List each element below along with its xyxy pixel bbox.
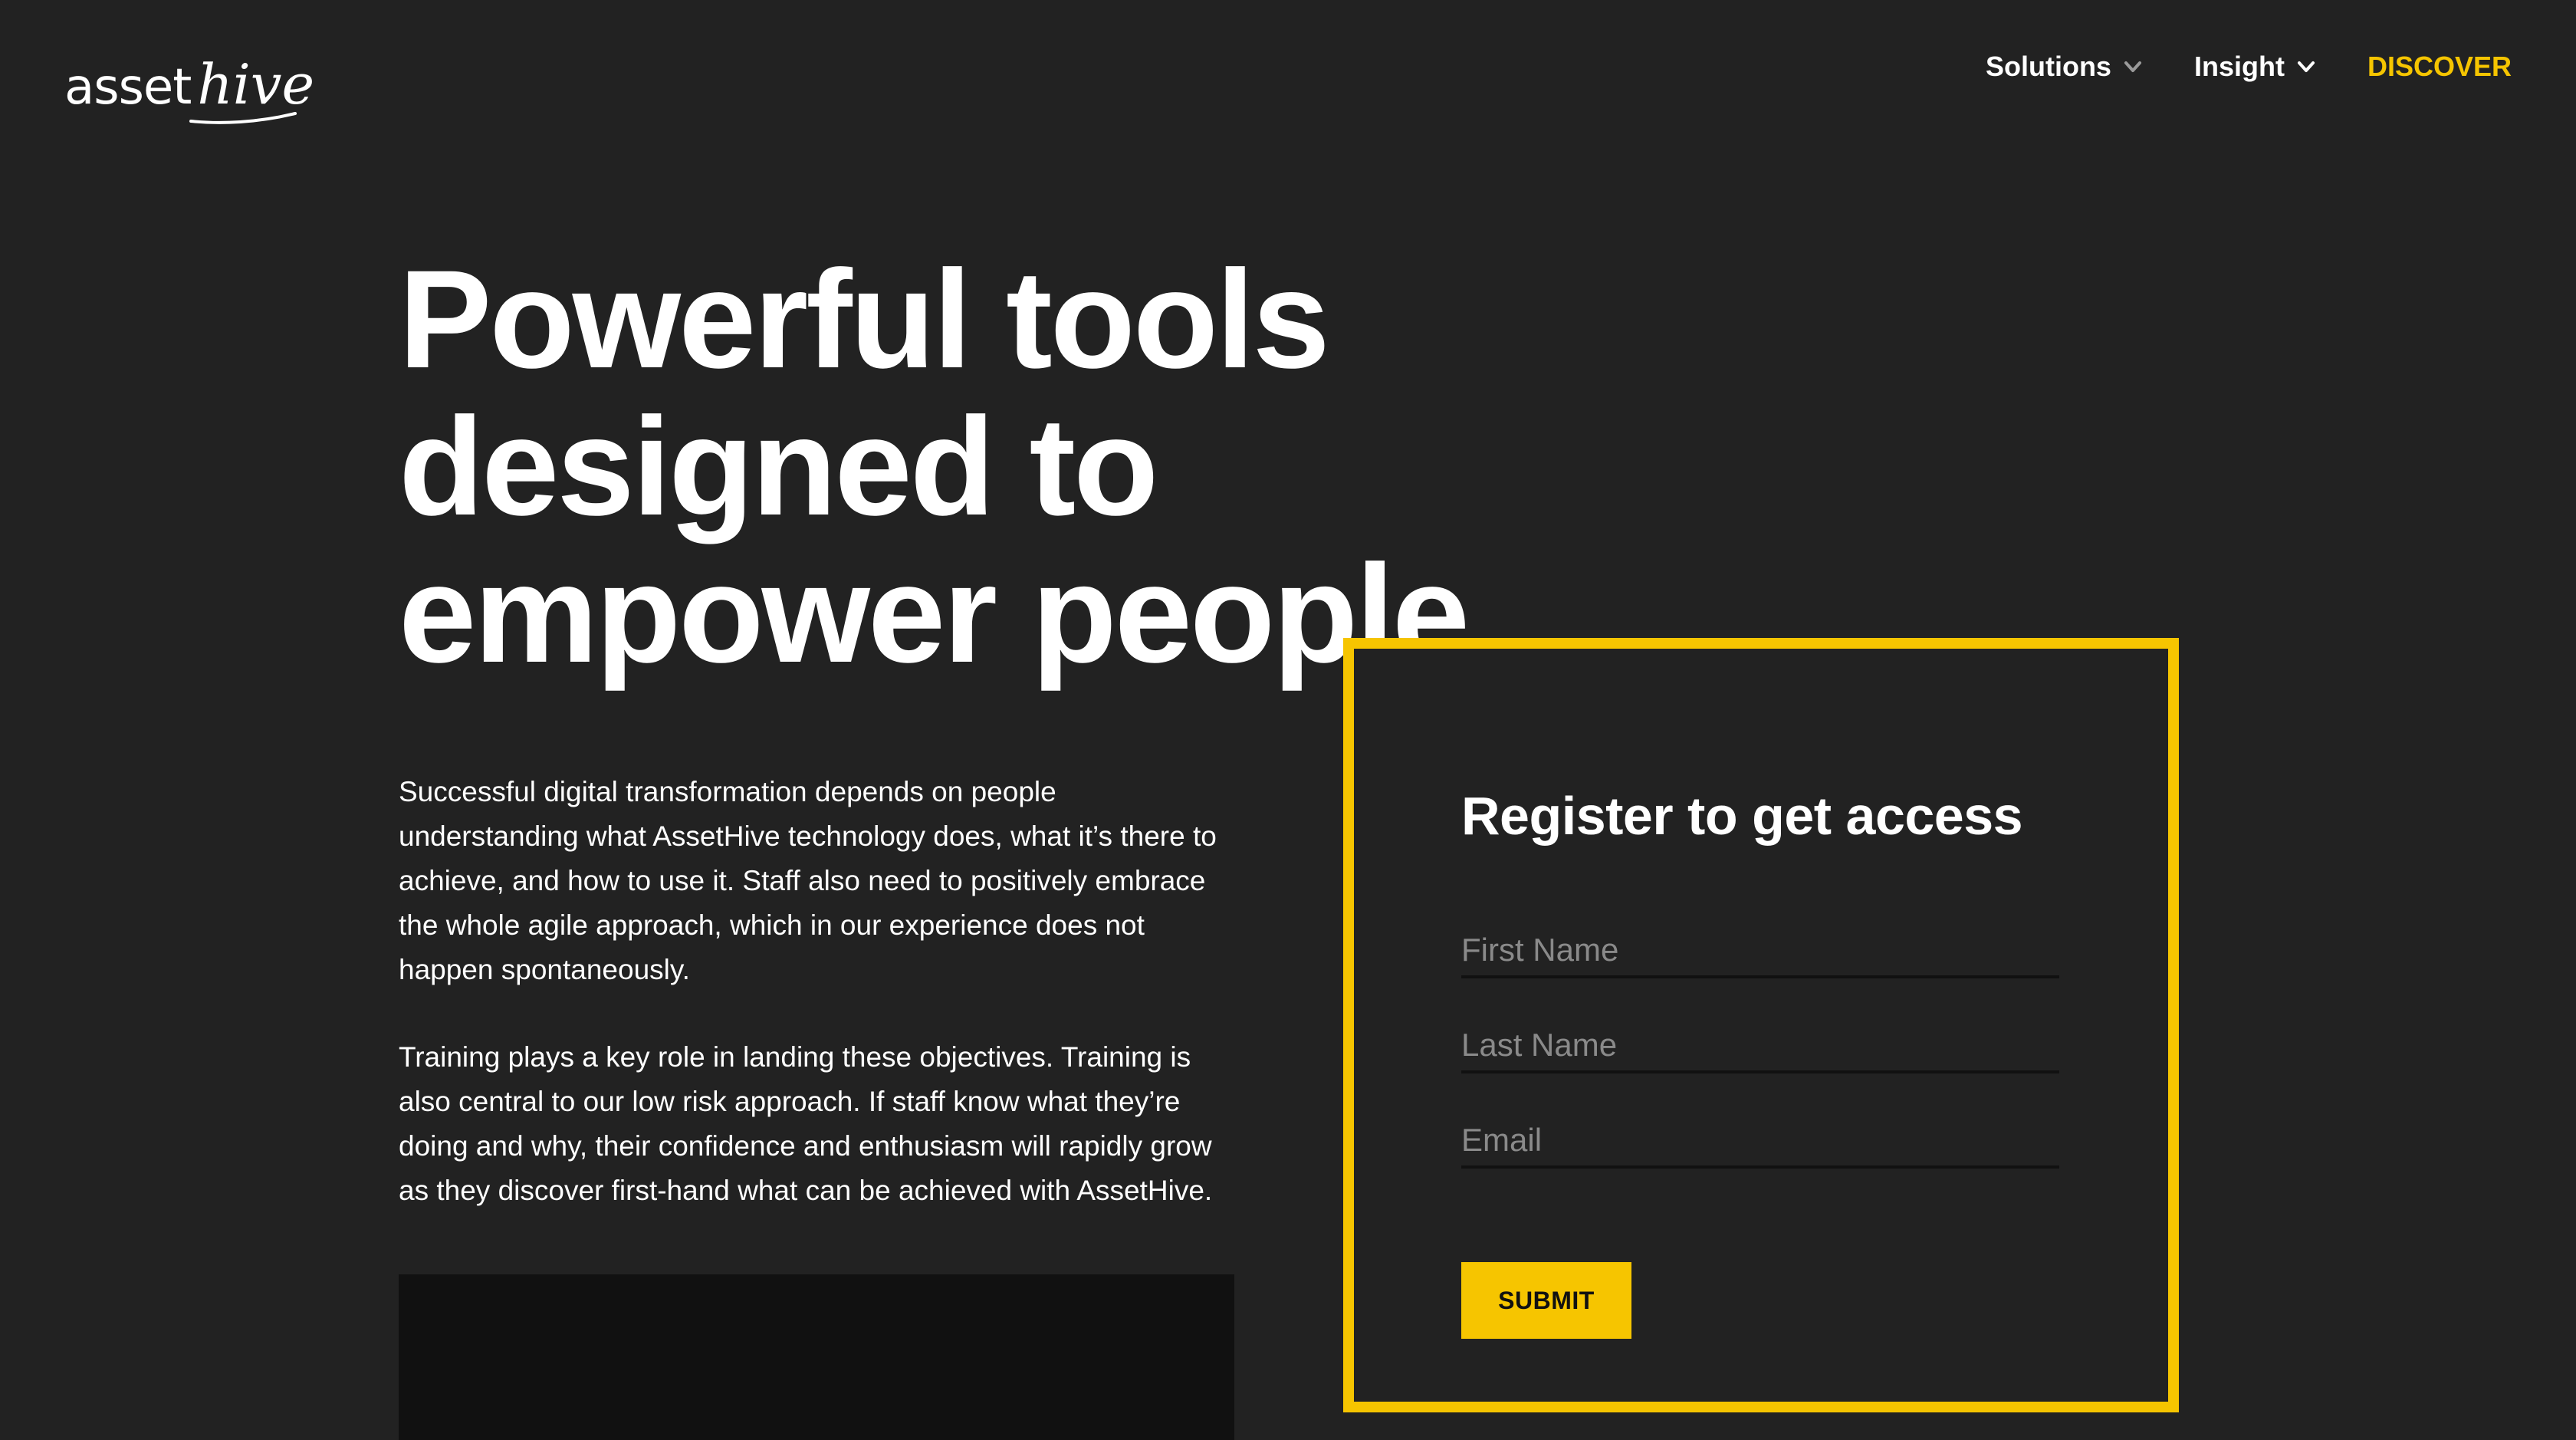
nav-item-label: Insight <box>2193 51 2285 82</box>
page: asset hive Solutions Insight DISCOVER Po… <box>0 0 2576 1440</box>
logo-swoosh-icon <box>189 112 297 124</box>
nav-item-insight[interactable]: Insight <box>2194 51 2317 83</box>
chevron-down-icon <box>2124 61 2141 72</box>
last-name-field <box>1461 1004 2059 1073</box>
first-name-field <box>1461 909 2059 978</box>
hero-body: Successful digital transformation depend… <box>399 770 1242 1213</box>
nav-item-discover[interactable]: DISCOVER <box>2367 51 2512 83</box>
register-title: Register to get access <box>1461 786 2023 846</box>
chevron-down-icon <box>2297 61 2315 72</box>
hero-headline-line: designed to <box>399 388 1158 544</box>
nav-item-label: DISCOVER <box>2367 51 2512 82</box>
logo-text-hive: hive <box>189 57 314 124</box>
hero-paragraph: Training plays a key role in landing the… <box>399 1041 1213 1206</box>
main-nav: Solutions Insight DISCOVER <box>1986 51 2512 83</box>
email-field <box>1461 1100 2059 1169</box>
hero-paragraph: Successful digital transformation depend… <box>399 776 1217 985</box>
hero-headline-line: Powerful tools <box>399 241 1330 397</box>
email-input[interactable] <box>1461 1100 2059 1165</box>
register-form: Register to get access SUBMIT <box>1343 638 2179 1412</box>
first-name-input[interactable] <box>1461 909 2059 975</box>
hero-headline: Powerful tools designed to empower peopl… <box>399 245 1472 687</box>
assethive-logo[interactable]: asset hive <box>64 35 314 124</box>
logo-text-asset: asset <box>64 59 192 116</box>
hero-headline-line: empower people <box>399 535 1470 692</box>
nav-item-solutions[interactable]: Solutions <box>1986 51 2144 83</box>
last-name-input[interactable] <box>1461 1004 2059 1070</box>
media-panel[interactable] <box>399 1274 1234 1440</box>
submit-button[interactable]: SUBMIT <box>1461 1262 1631 1339</box>
nav-item-label: Solutions <box>1985 51 2111 82</box>
